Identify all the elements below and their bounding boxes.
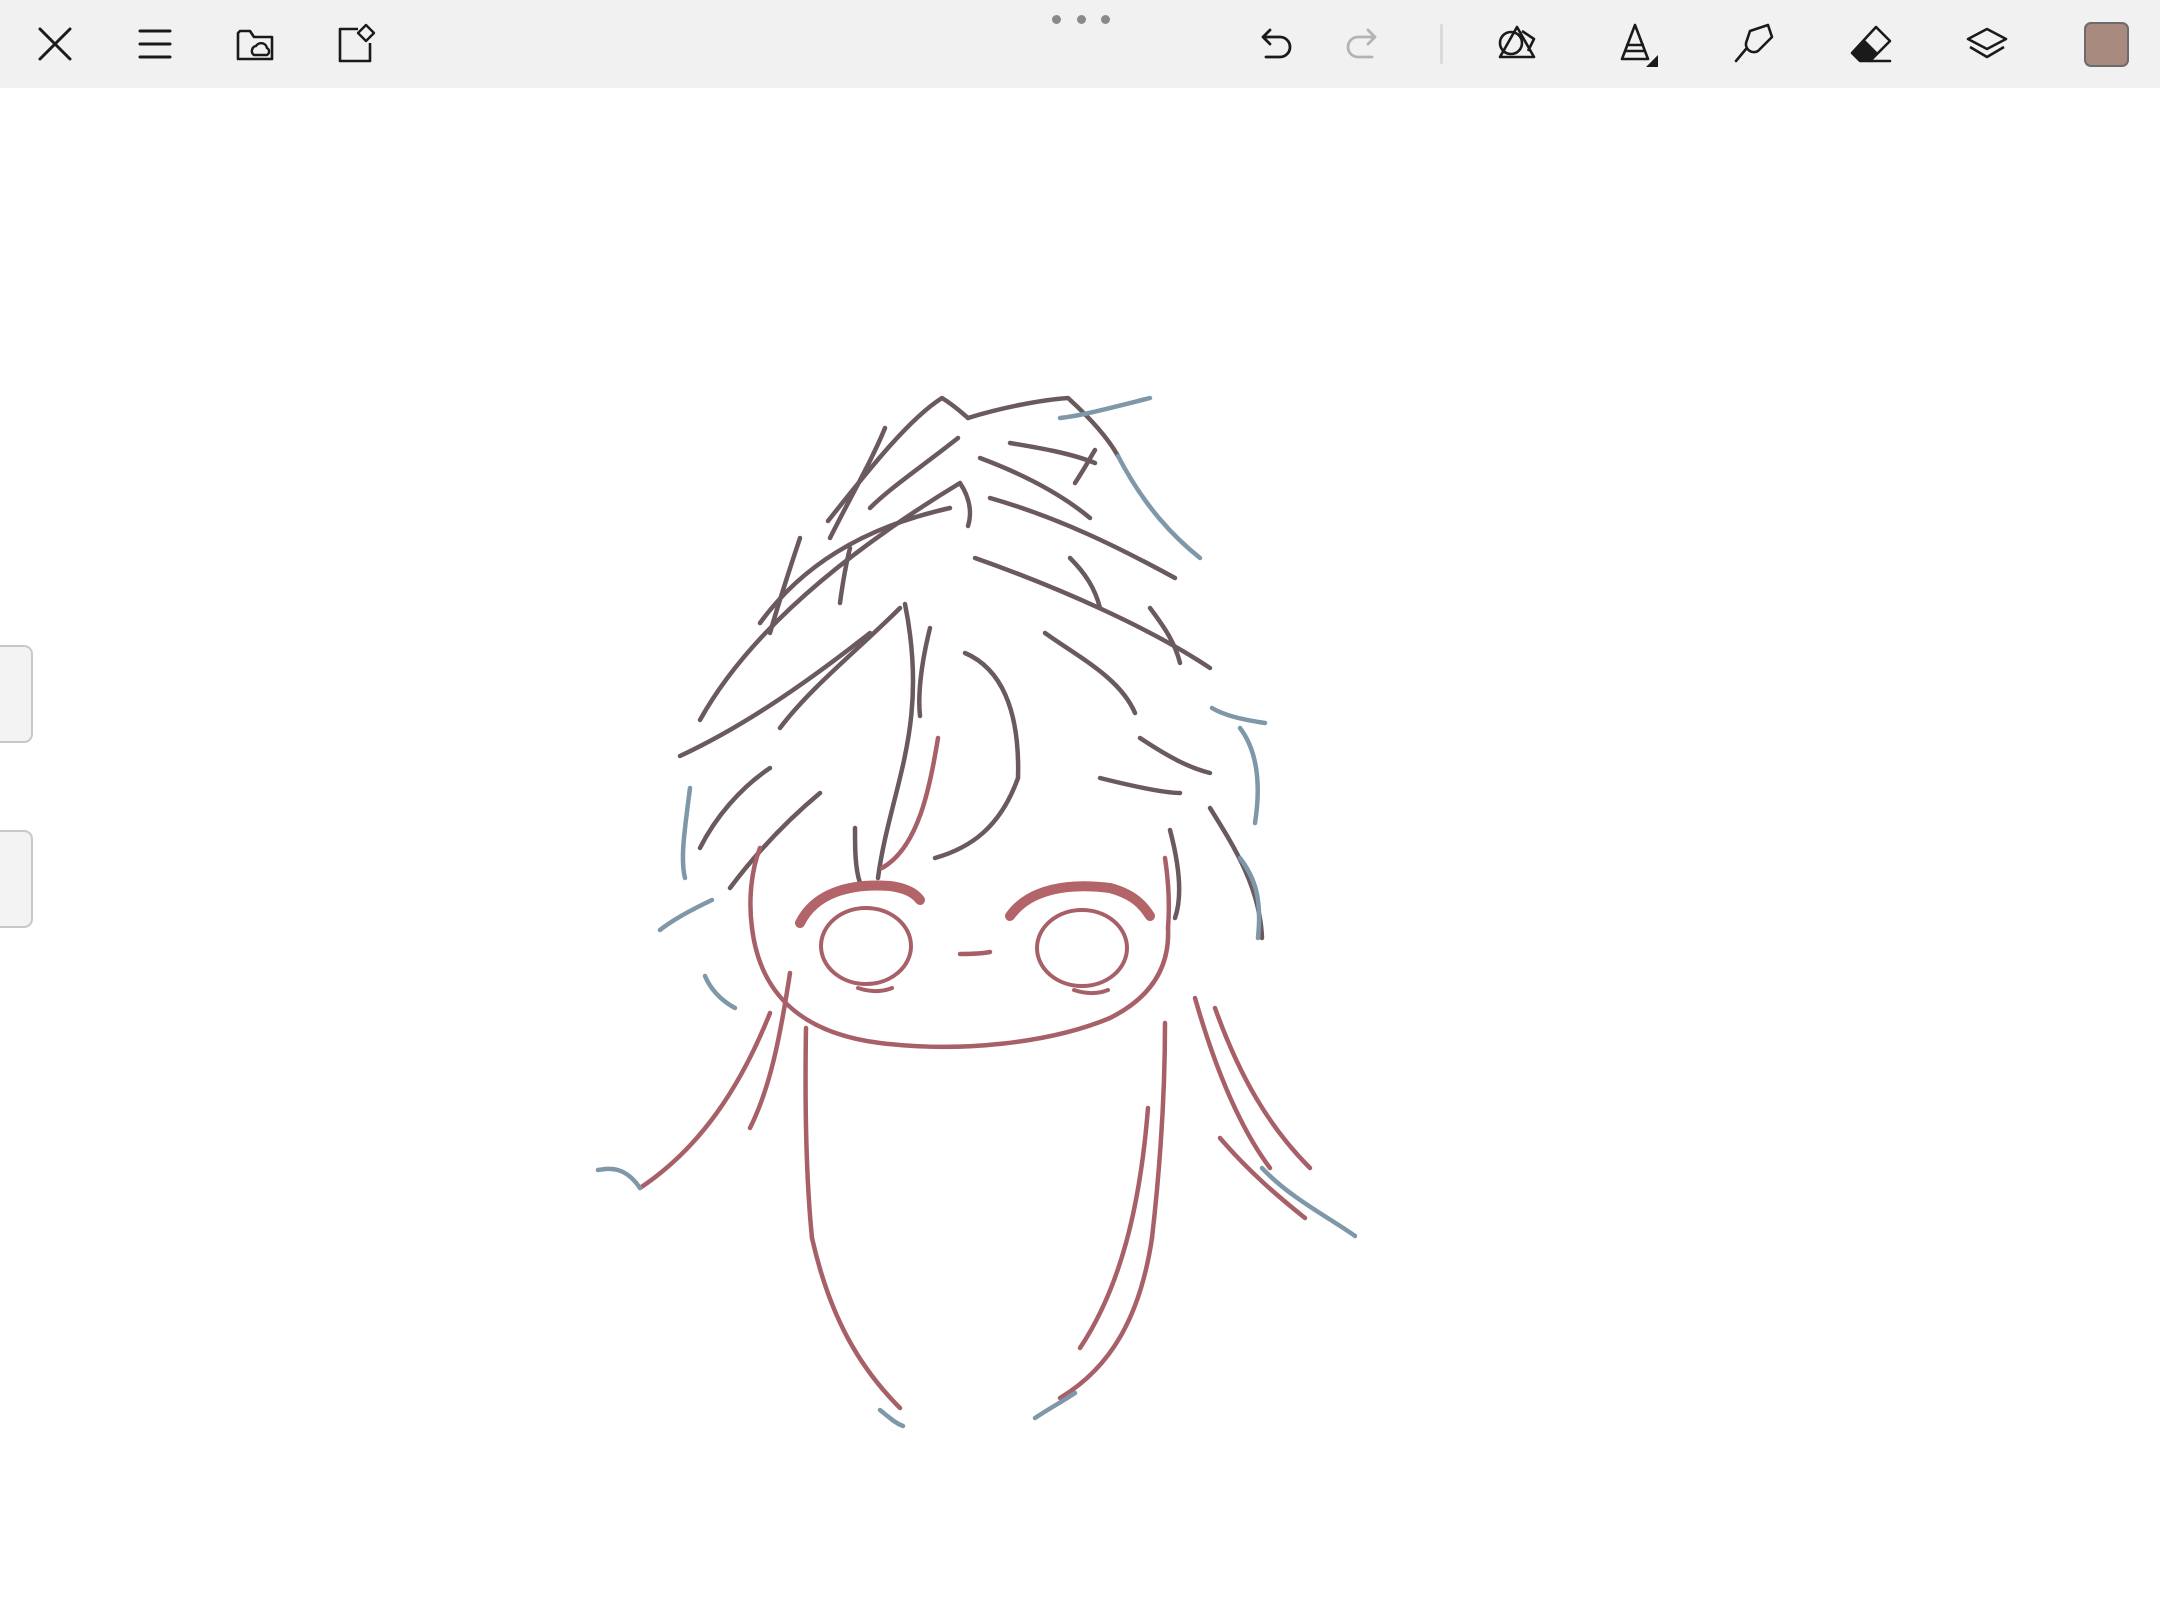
toolbar-divider: [1440, 24, 1443, 64]
hamburger-menu-icon: [138, 29, 172, 59]
eraser-icon: [1850, 25, 1892, 63]
undo-arrow-icon: [1261, 28, 1292, 59]
canvas-settings-button[interactable]: [330, 19, 380, 69]
character-sketch: [595, 395, 1358, 1429]
layers-button[interactable]: [1962, 19, 2012, 69]
shapes-button[interactable]: [1492, 19, 1542, 69]
top-toolbar: [0, 0, 2160, 88]
eraser-button[interactable]: [1846, 19, 1896, 69]
menu-button[interactable]: [130, 19, 180, 69]
folder-cloud-icon: [236, 29, 274, 61]
redo-arrow-icon: [1346, 28, 1377, 59]
close-button[interactable]: [30, 19, 80, 69]
brush-button[interactable]: [1610, 19, 1660, 69]
drawing-canvas[interactable]: [0, 88, 2160, 1620]
undo-button[interactable]: [1250, 19, 1300, 69]
gallery-button[interactable]: [230, 19, 280, 69]
smudge-button[interactable]: [1728, 19, 1778, 69]
close-icon: [38, 27, 72, 61]
canvas-gear-icon: [338, 23, 376, 63]
shapes-icon: [1498, 25, 1536, 59]
current-color-swatch[interactable]: [2084, 22, 2129, 67]
layers-stack-icon: [1966, 27, 2008, 59]
redo-button[interactable]: [1338, 19, 1388, 69]
pen-nib-icon: [1620, 23, 1658, 67]
toolbar-grip-handle[interactable]: [1052, 12, 1110, 26]
smudge-finger-icon: [1734, 23, 1774, 63]
